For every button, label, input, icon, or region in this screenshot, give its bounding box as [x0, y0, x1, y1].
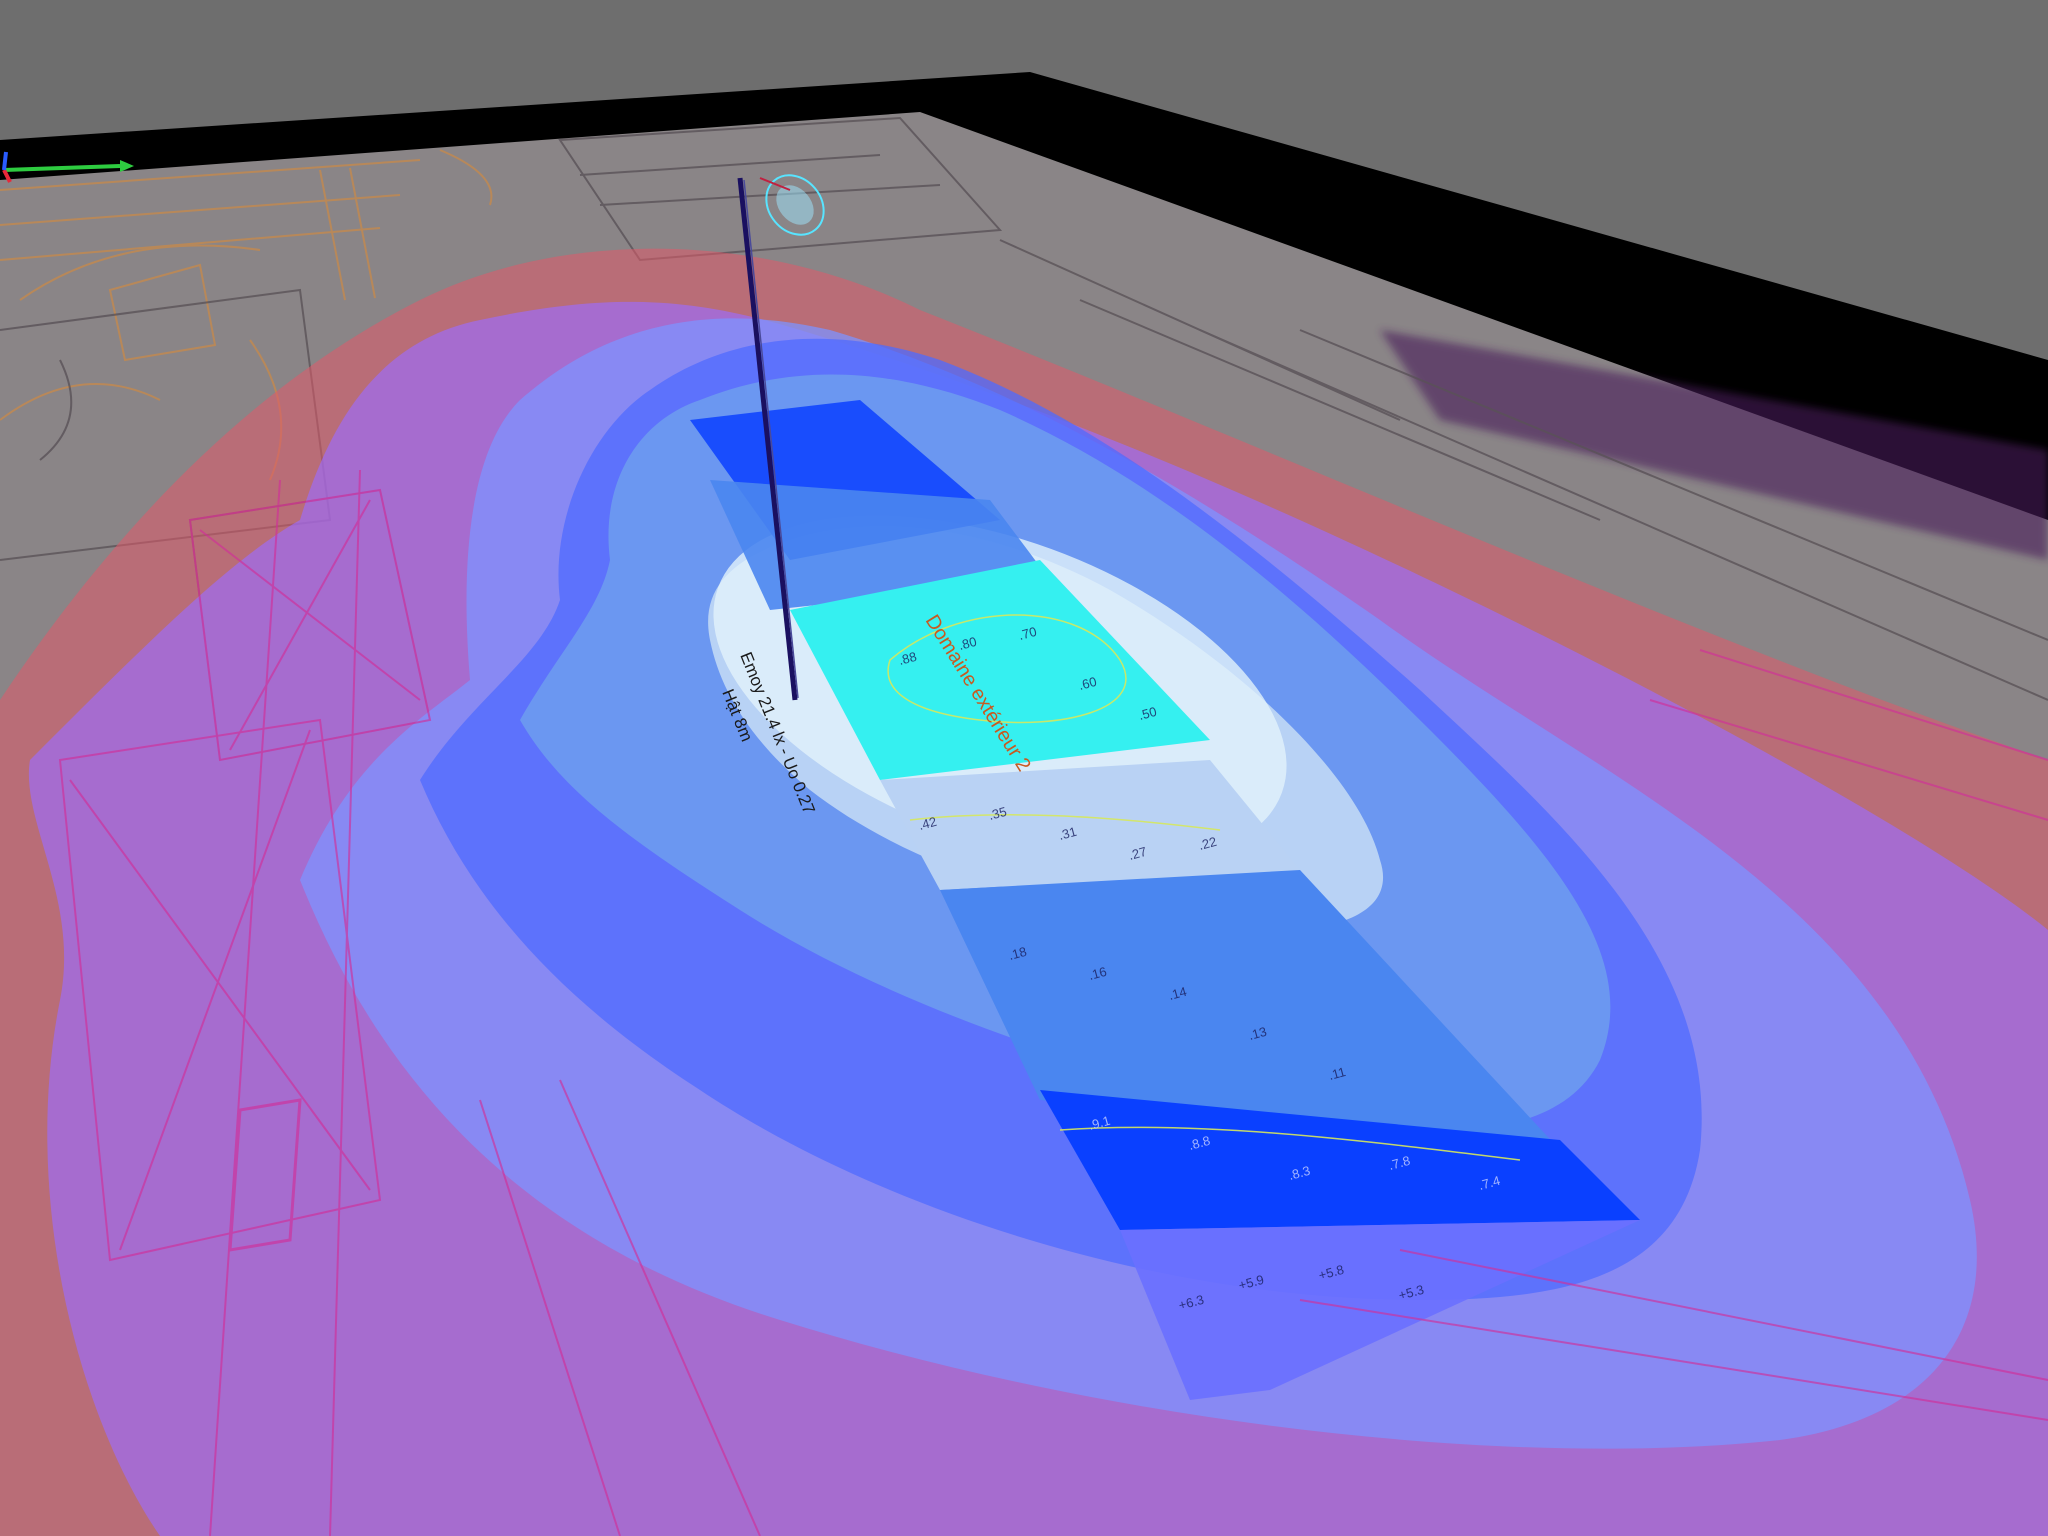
scene-canvas[interactable]: .88 .80 .70 .60 .50 .42 .35 .31 .27 .22 …: [0, 0, 2048, 1536]
axis-z: [2, 151, 8, 171]
3d-viewport[interactable]: .88 .80 .70 .60 .50 .42 .35 .31 .27 .22 …: [0, 0, 2048, 1536]
